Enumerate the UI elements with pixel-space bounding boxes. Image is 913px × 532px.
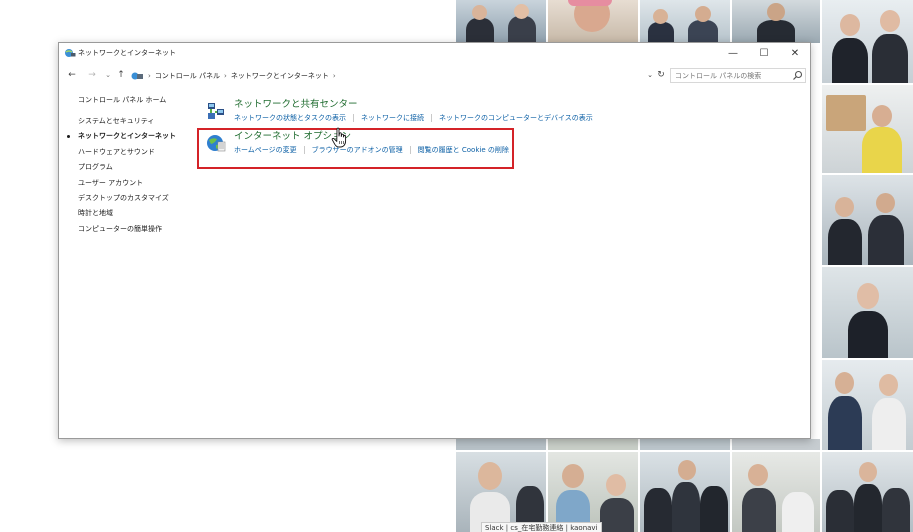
search-icon[interactable]: [792, 70, 803, 81]
breadcrumb-separator[interactable]: ›: [333, 72, 336, 80]
background-photo: [732, 439, 820, 450]
background-photo: [548, 439, 638, 450]
nav-clock-region[interactable]: 時計と地域: [78, 208, 113, 218]
category-title-network-sharing-center[interactable]: ネットワークと共有センター: [234, 99, 358, 111]
nav-programs[interactable]: プログラム: [78, 162, 113, 172]
task-link-connect-to-network[interactable]: ネットワークに接続: [361, 113, 424, 123]
minimize-button[interactable]: —: [717, 43, 749, 63]
search-box[interactable]: [670, 68, 806, 83]
background-photo: [456, 452, 546, 532]
breadcrumb: › コントロール パネル › ネットワークとインターネット ›: [130, 68, 336, 84]
address-dropdown-button[interactable]: ⌄: [645, 68, 655, 82]
breadcrumb-separator: ›: [224, 72, 227, 80]
background-photo: [822, 85, 913, 173]
task-links-network-sharing-center: ネットワークの状態とタスクの表示 ネットワークに接続 ネットワークのコンピュータ…: [234, 113, 593, 123]
background-photo: [822, 267, 913, 358]
nav-appearance-personalization[interactable]: デスクトップのカスタマイズ: [78, 193, 169, 203]
nav-control-panel-home[interactable]: コントロール パネル ホーム: [78, 95, 166, 105]
desktop-background: Slack | cs_在宅勤務連絡 | kaonavi ネットワークとインターネ…: [0, 0, 913, 532]
background-photo: [640, 452, 730, 532]
background-photo: [822, 452, 913, 532]
taskbar-tooltip: Slack | cs_在宅勤務連絡 | kaonavi: [481, 522, 602, 532]
background-photo: [640, 439, 730, 450]
nav-user-accounts[interactable]: ユーザー アカウント: [78, 178, 143, 188]
forward-button[interactable]: →: [85, 68, 99, 82]
nav-ease-of-access[interactable]: コンピューターの簡単操作: [78, 224, 162, 234]
back-button[interactable]: ←: [65, 68, 79, 82]
address-row: ← → ⌄ ↑ › コントロール パネル › ネットワークとインターネット › …: [59, 65, 810, 85]
background-photo: [822, 0, 913, 83]
title-bar[interactable]: ネットワークとインターネット — ☐ ✕: [59, 43, 810, 63]
nav-hardware-sound[interactable]: ハードウェアとサウンド: [78, 147, 155, 157]
background-photo: [732, 452, 820, 532]
task-link-view-network-devices[interactable]: ネットワークのコンピューターとデバイスの表示: [439, 113, 593, 123]
control-panel-window: ネットワークとインターネット — ☐ ✕ ← → ⌄ ↑ › コントロール パネ…: [58, 42, 811, 439]
nav-network-internet[interactable]: ネットワークとインターネット: [78, 131, 176, 141]
background-photo: [822, 175, 913, 265]
highlight-box: [197, 128, 514, 169]
background-photo: [456, 439, 546, 450]
network-sharing-center-icon[interactable]: [205, 100, 227, 122]
background-photo: [548, 452, 638, 532]
task-link-view-network-status[interactable]: ネットワークの状態とタスクの表示: [234, 113, 346, 123]
network-globe-icon: [65, 49, 76, 57]
background-photo: [456, 0, 546, 43]
background-photo: [640, 0, 730, 43]
active-item-bullet: [67, 135, 70, 138]
link-divider: [353, 114, 354, 122]
breadcrumb-control-panel[interactable]: コントロール パネル: [155, 71, 220, 81]
background-photo: [732, 0, 820, 43]
maximize-button[interactable]: ☐: [748, 43, 780, 63]
control-panel-icon: [131, 72, 143, 80]
search-input[interactable]: [675, 69, 785, 82]
breadcrumb-network-internet[interactable]: ネットワークとインターネット: [231, 71, 329, 81]
recent-locations-button[interactable]: ⌄: [101, 68, 115, 82]
background-photo: [822, 360, 913, 450]
link-divider: [431, 114, 432, 122]
hand-pointer-cursor-icon: [331, 127, 347, 148]
background-photo: [548, 0, 638, 43]
breadcrumb-separator: ›: [148, 72, 151, 80]
up-button[interactable]: ↑: [114, 68, 128, 82]
address-bar[interactable]: › コントロール パネル › ネットワークとインターネット ›: [129, 67, 651, 83]
refresh-button[interactable]: ↻: [655, 68, 667, 82]
nav-system-security[interactable]: システムとセキュリティ: [78, 116, 154, 126]
close-button[interactable]: ✕: [779, 43, 811, 63]
window-title: ネットワークとインターネット: [78, 49, 176, 57]
